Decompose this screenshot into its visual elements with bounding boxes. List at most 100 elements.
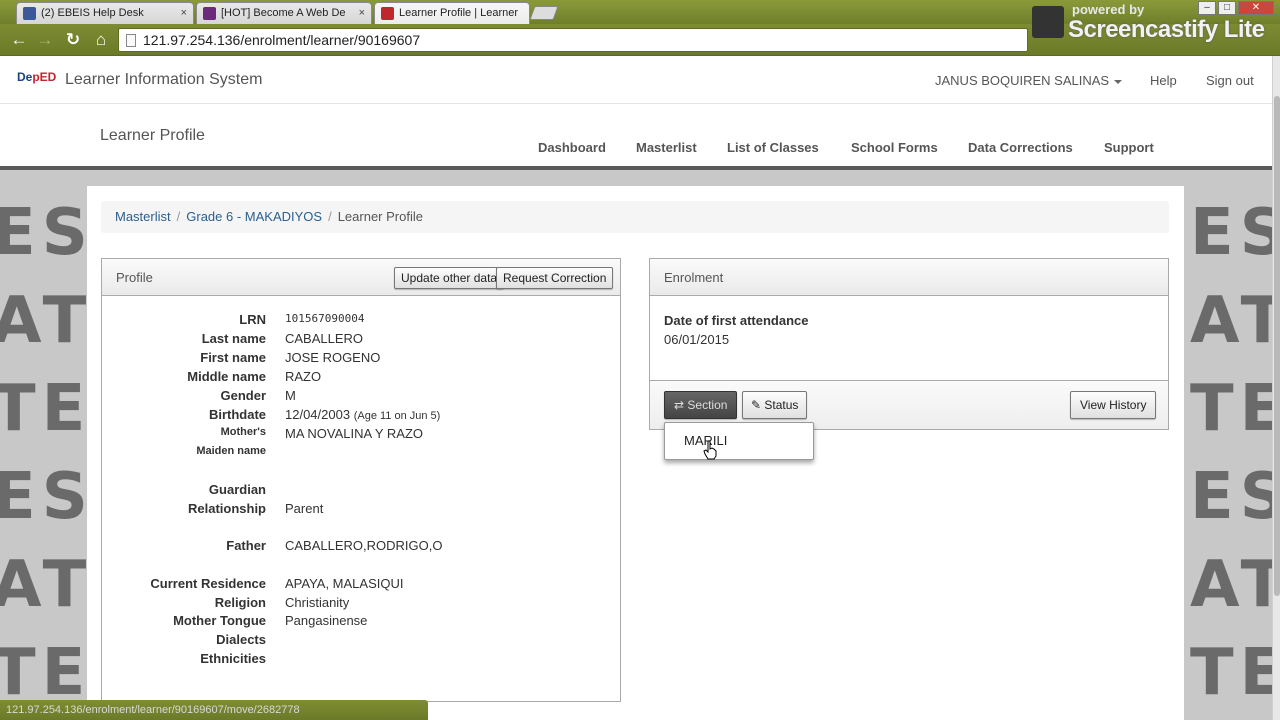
background-word: TES [1190, 636, 1272, 710]
window-close-icon[interactable]: ✕ [1238, 1, 1274, 15]
field-value: 101567090004 [285, 312, 365, 325]
back-arrow-icon[interactable]: ← [8, 29, 30, 51]
help-link[interactable]: Help [1150, 73, 1177, 88]
browser-tab-0[interactable]: (2) EBEIS Help Desk × [16, 2, 194, 24]
profile-panel-title: Profile [116, 270, 153, 285]
field-value: M [285, 388, 296, 403]
deped-logo[interactable]: DepED [17, 70, 56, 84]
page-scrollbar[interactable] [1272, 56, 1280, 720]
close-icon[interactable]: × [181, 3, 187, 23]
field-label: Dialects [216, 632, 266, 647]
profile-row-father: Father CABALLERO,RODRIGO,O [102, 538, 620, 557]
user-name: JANUS BOQUIREN SALINAS [935, 73, 1110, 88]
page-title: Learner Profile [100, 127, 205, 144]
field-label: Father [226, 538, 266, 553]
profile-row-birthdate: Birthdate 12/04/2003 (Age 11 on Jun 5) [102, 407, 620, 426]
menu-dashboard[interactable]: Dashboard [538, 140, 606, 155]
field-label: Gender [220, 388, 266, 403]
field-label: Maiden name [196, 445, 266, 457]
field-label: Relationship [187, 501, 266, 516]
profile-panel-heading: Profile Update other data Request Correc… [102, 259, 620, 296]
home-icon[interactable]: ⌂ [90, 29, 112, 51]
profile-row-last-name: Last name CABALLERO [102, 331, 620, 350]
close-icon[interactable]: × [359, 3, 365, 23]
profile-row-ethnicities: Ethnicities [102, 651, 620, 670]
background-word: EST [1190, 460, 1272, 534]
top-navbar: DepED Learner Information System JANUS B… [0, 56, 1272, 104]
address-bar[interactable]: 121.97.254.136/enrolment/learner/9016960… [118, 28, 1028, 52]
profile-row-mothers: Mother's MA NOVALINA Y RAZO [102, 426, 620, 445]
field-value-group: 12/04/2003 (Age 11 on Jun 5) [285, 407, 440, 422]
watermark-powered-text: powered by [1072, 2, 1145, 17]
site-favicon-icon [203, 7, 216, 20]
breadcrumb-masterlist[interactable]: Masterlist [115, 209, 171, 224]
field-label: Mother Tongue [173, 613, 266, 628]
browser-tab-title: Learner Profile | Learner [399, 7, 519, 19]
sign-out-link[interactable]: Sign out [1206, 73, 1254, 88]
view-history-button[interactable]: View History [1070, 391, 1157, 419]
breadcrumb-separator: / [176, 209, 181, 224]
breadcrumb-class[interactable]: Grade 6 - MAKADIYOS [186, 209, 322, 224]
field-label: Birthdate [208, 407, 266, 422]
age-note: (Age 11 on Jun 5) [353, 410, 441, 422]
field-value: CABALLERO [285, 331, 364, 346]
field-value: 12/04/2003 [285, 407, 351, 422]
field-value: RAZO [285, 369, 322, 384]
hand-cursor-icon [703, 440, 717, 460]
section-button[interactable]: ⇄ Section [664, 391, 738, 419]
film-icon [1032, 6, 1064, 38]
field-value: Pangasinense [285, 613, 368, 628]
profile-panel: Profile Update other data Request Correc… [101, 258, 621, 702]
enrolment-panel-title: Enrolment [664, 270, 724, 285]
user-menu[interactable]: JANUS BOQUIREN SALINAS [935, 73, 1123, 88]
forward-arrow-icon[interactable]: → [34, 29, 56, 51]
menu-list-of-classes[interactable]: List of Classes [727, 140, 819, 155]
field-label: Last name [201, 331, 266, 346]
page-icon [126, 34, 136, 47]
watermark-brand-text: Screencastify Lite [1068, 16, 1265, 43]
profile-row-relationship: Relationship Parent [102, 501, 620, 520]
profile-row-maiden-name: Maiden name [102, 445, 620, 464]
browser-status-bar: 121.97.254.136/enrolment/learner/9016960… [0, 700, 428, 720]
status-button[interactable]: ✎ Status [742, 391, 808, 419]
profile-row-religion: Religion Christianity [102, 595, 620, 614]
section-dropdown: MARILI [664, 422, 814, 460]
field-label: Mother's [220, 426, 266, 438]
facebook-icon [23, 7, 36, 20]
menu-school-forms[interactable]: School Forms [851, 140, 938, 155]
new-tab-button[interactable] [529, 6, 559, 20]
menu-data-corrections[interactable]: Data Corrections [968, 140, 1073, 155]
profile-row-first-name: First name JOSE ROGENO [102, 350, 620, 369]
profile-row-guardian: Guardian [102, 482, 620, 501]
field-label: Current Residence [150, 576, 266, 591]
logo-text-a: De [17, 70, 33, 84]
first-attendance-value: 06/01/2015 [664, 332, 730, 347]
background-word: ATE [1190, 284, 1272, 358]
profile-row-current-residence: Current Residence APAYA, MALASIQUI [102, 576, 620, 595]
menu-support[interactable]: Support [1104, 140, 1154, 155]
update-other-data-button[interactable]: Update other data [394, 267, 505, 289]
enrolment-panel-heading: Enrolment [650, 259, 1168, 296]
reload-icon[interactable]: ↻ [62, 29, 84, 51]
breadcrumb-current: Learner Profile [337, 209, 423, 224]
app-title[interactable]: Learner Information System [65, 71, 262, 89]
browser-tab-title: (2) EBEIS Help Desk [41, 7, 144, 19]
maximize-icon[interactable]: □ [1218, 1, 1236, 15]
sub-navbar: Learner Profile Dashboard Masterlist Lis… [0, 104, 1272, 170]
field-value: Parent [285, 501, 324, 516]
profile-row-dialects: Dialects [102, 632, 620, 651]
request-correction-button[interactable]: Request Correction [496, 267, 614, 289]
address-bar-url: 121.97.254.136/enrolment/learner/9016960… [143, 32, 421, 48]
menu-masterlist[interactable]: Masterlist [636, 140, 697, 155]
page-viewport: EST ATE TES EST ATE TES EST ATE TES EST … [0, 56, 1272, 720]
deped-favicon-icon [381, 7, 394, 20]
background-word: EST [1190, 196, 1272, 270]
browser-tab-1[interactable]: [HOT] Become A Web De × [196, 2, 372, 24]
browser-tab-title: [HOT] Become A Web De [221, 7, 346, 19]
field-value: MA NOVALINA Y RAZO [285, 426, 423, 441]
scrollbar-thumb[interactable] [1274, 96, 1280, 596]
logo-text-b: pED [32, 70, 57, 84]
browser-tab-2[interactable]: Learner Profile | Learner [374, 2, 530, 24]
minimize-icon[interactable]: – [1198, 1, 1216, 15]
caret-down-icon [1114, 79, 1123, 84]
